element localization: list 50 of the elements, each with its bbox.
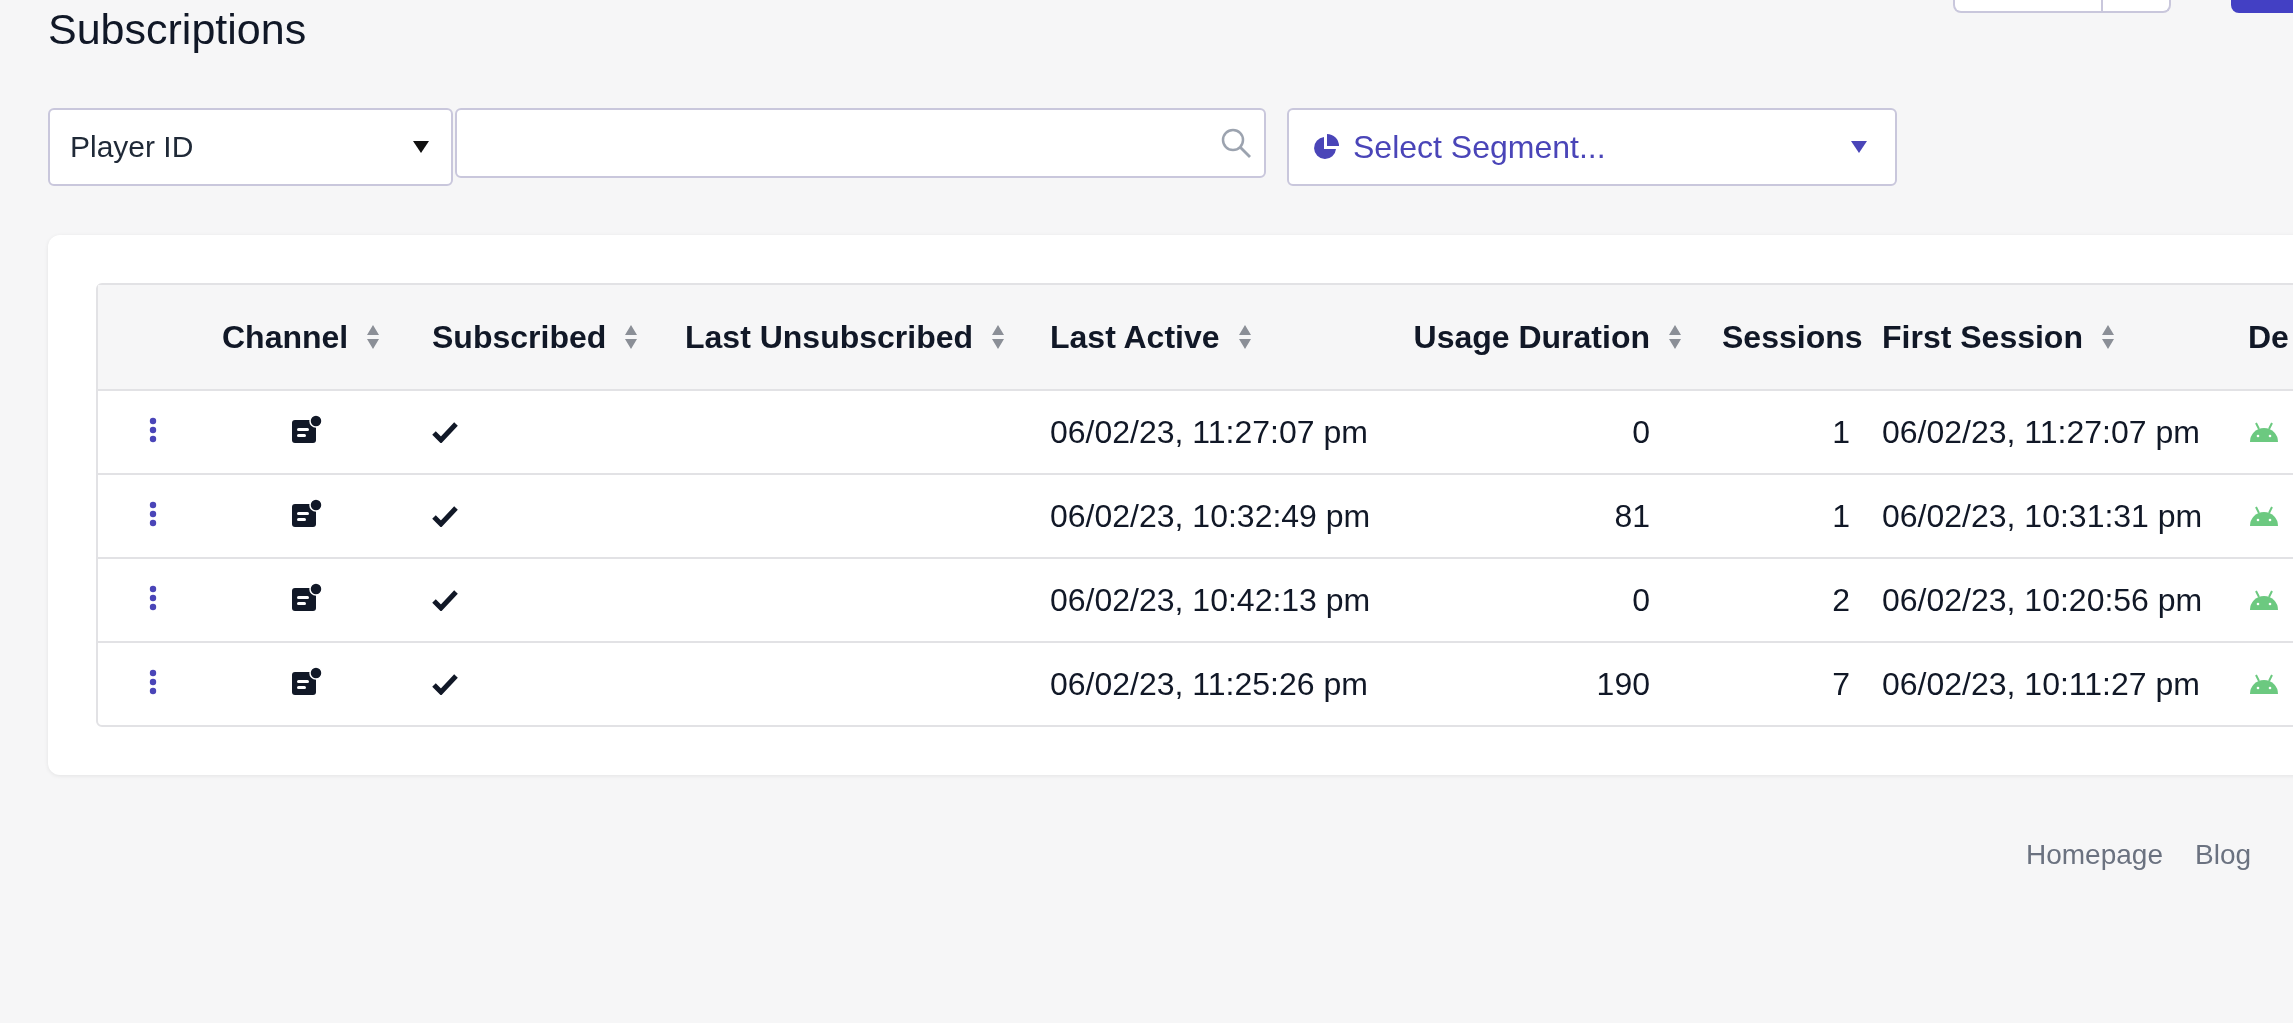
sort-icon[interactable]	[366, 324, 381, 350]
pie-chart-icon	[1313, 134, 1339, 160]
page-title: Subscriptions	[48, 5, 307, 54]
sort-icon[interactable]	[624, 324, 639, 350]
table-cell: 190	[1596, 665, 1650, 702]
table-cell: 06/02/23, 10:20:56 pm	[1882, 581, 2203, 618]
sort-icon[interactable]	[991, 324, 1006, 350]
table-cell: 06/02/23, 11:25:26 pm	[1050, 665, 1368, 702]
table-cell: 06/02/23, 10:42:13 pm	[1050, 581, 1371, 618]
caret-icon	[413, 141, 429, 153]
table-cell: 0	[1632, 581, 1650, 618]
primary-button[interactable]	[2231, 0, 2293, 13]
table-cell: 2	[1832, 581, 1850, 618]
more-vertical-icon	[149, 501, 157, 527]
sort-icon[interactable]	[2100, 324, 2115, 350]
table-cell: 0	[1632, 413, 1650, 450]
table-cell: 81	[1614, 497, 1650, 534]
table-cell: 06/02/23, 11:27:07 pm	[1882, 413, 2200, 450]
more-vertical-icon	[149, 417, 157, 443]
column-header: De	[2248, 318, 2289, 356]
table-cell: 1	[1832, 497, 1850, 534]
sort-icon[interactable]	[1237, 324, 1252, 350]
caret-icon	[1851, 141, 1867, 153]
android-icon	[2248, 422, 2280, 442]
table-cell: 06/02/23, 11:27:07 pm	[1050, 413, 1368, 450]
more-vertical-icon	[149, 669, 157, 695]
message-icon	[292, 498, 322, 527]
column-header[interactable]: First Session	[1882, 318, 2083, 356]
message-icon	[292, 414, 322, 443]
footer-link[interactable]: Blog	[2195, 839, 2252, 871]
sort-icon[interactable]	[1668, 324, 1682, 350]
segment-dropdown[interactable]: Select Segment...	[1287, 108, 1897, 186]
column-header: Sessions	[1722, 318, 1863, 356]
android-icon	[2248, 590, 2280, 610]
android-icon	[2248, 674, 2280, 694]
more-vertical-icon	[149, 585, 157, 611]
table-cell: 06/02/23, 10:31:31 pm	[1882, 497, 2203, 534]
android-icon	[2248, 506, 2280, 526]
button-group[interactable]	[1953, 0, 2171, 13]
table-cell: 06/02/23, 10:32:49 pm	[1050, 497, 1371, 534]
table-cell: 7	[1832, 665, 1850, 702]
footer-link[interactable]: Homepage	[2026, 839, 2163, 871]
search-field[interactable]	[455, 108, 1266, 178]
search-icon	[1220, 127, 1252, 159]
message-icon	[292, 582, 322, 611]
table-cell: 06/02/23, 10:11:27 pm	[1882, 665, 2200, 702]
column-header[interactable]: Last Active	[1050, 318, 1220, 356]
field-dropdown[interactable]: Player ID	[48, 108, 453, 186]
message-icon	[292, 666, 322, 695]
table-cell: 1	[1832, 413, 1850, 450]
